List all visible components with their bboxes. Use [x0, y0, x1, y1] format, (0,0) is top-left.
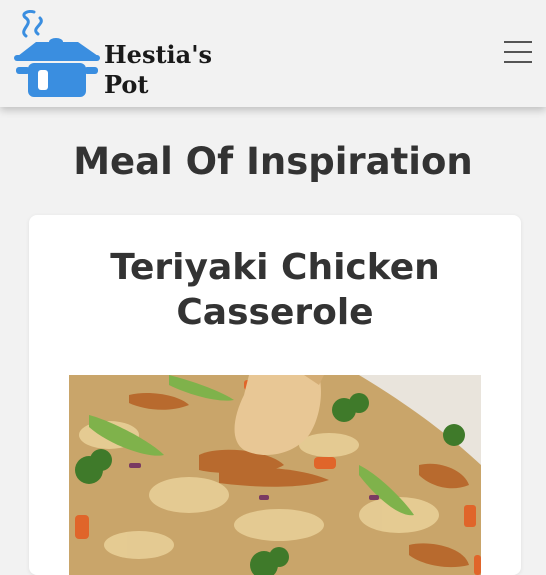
brand-name-line2: Pot: [104, 70, 149, 99]
meal-photo[interactable]: [69, 375, 481, 575]
meal-photo-illustration: [69, 375, 481, 575]
section-title: Meal Of Inspiration: [73, 140, 473, 183]
brand-name: Hestia's Pot: [104, 40, 212, 100]
meal-card[interactable]: Teriyaki Chicken Casserole: [29, 215, 521, 575]
site-header: Hestia's Pot: [0, 0, 546, 107]
meal-title[interactable]: Teriyaki Chicken Casserole: [29, 245, 521, 335]
cooking-pot-icon: [14, 10, 100, 97]
hamburger-menu-button[interactable]: [502, 39, 534, 65]
menu-bar-middle: [504, 51, 532, 53]
home-logo-link[interactable]: Hestia's Pot: [12, 8, 212, 100]
menu-bar-top: [504, 41, 532, 43]
brand-name-line1: Hestia's: [104, 40, 213, 69]
menu-bar-bottom: [504, 61, 532, 63]
